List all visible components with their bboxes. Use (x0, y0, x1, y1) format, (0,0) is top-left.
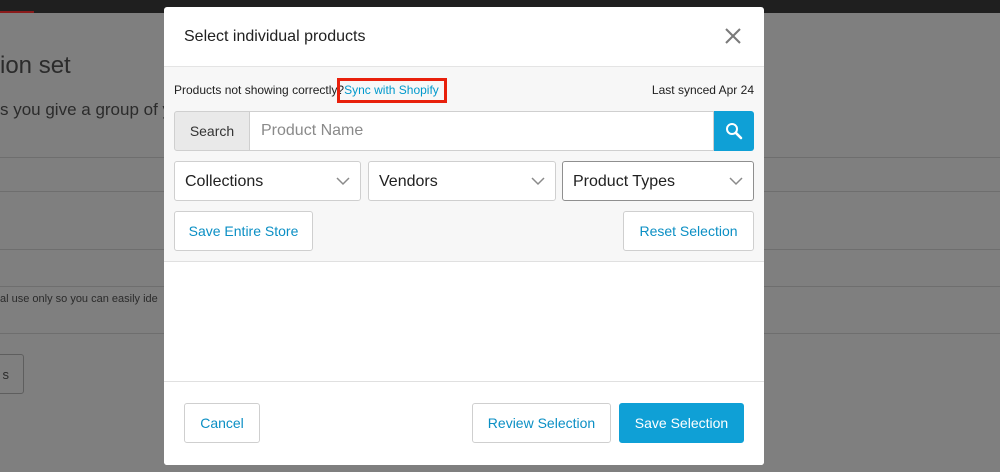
review-selection-button[interactable]: Review Selection (472, 403, 611, 443)
product-results-list (164, 262, 764, 382)
background-note: al use only so you can easily ide (0, 293, 158, 305)
search-group: Search (174, 111, 754, 151)
sync-prompt: Products not showing correctly? (174, 83, 345, 97)
sync-link-highlight (337, 78, 447, 103)
chevron-down-icon (729, 177, 743, 186)
vendors-dropdown-label: Vendors (379, 173, 438, 190)
close-button[interactable] (722, 25, 744, 47)
save-selection-button[interactable]: Save Selection (619, 403, 744, 443)
filter-panel: Products not showing correctly?Sync with… (164, 67, 764, 262)
background-button-label: s (2, 367, 10, 382)
modal-header: Select individual products (164, 7, 764, 67)
background-button: s (0, 354, 24, 394)
last-synced-text: Last synced Apr 24 (651, 83, 754, 97)
cancel-button[interactable]: Cancel (184, 403, 260, 443)
select-products-modal: Select individual products Products not … (164, 7, 764, 465)
close-icon (725, 28, 741, 44)
background-subtitle: s you give a group of y (0, 100, 172, 119)
vendors-dropdown[interactable]: Vendors (368, 161, 556, 201)
chevron-down-icon (336, 177, 350, 186)
reset-selection-button[interactable]: Reset Selection (623, 211, 754, 251)
search-button[interactable] (714, 111, 754, 151)
product-types-dropdown-label: Product Types (573, 173, 675, 190)
collections-dropdown[interactable]: Collections (174, 161, 361, 201)
search-icon (726, 123, 743, 140)
chevron-down-icon (531, 177, 545, 186)
search-label: Search (174, 111, 250, 151)
background-title: ion set (0, 52, 71, 79)
collections-dropdown-label: Collections (185, 173, 264, 190)
save-entire-store-button[interactable]: Save Entire Store (174, 211, 313, 251)
modal-footer: Cancel Review Selection Save Selection (164, 382, 764, 465)
search-input[interactable] (250, 111, 714, 151)
top-bar-accent (0, 11, 34, 13)
product-types-dropdown[interactable]: Product Types (562, 161, 754, 201)
modal-title: Select individual products (184, 28, 366, 45)
